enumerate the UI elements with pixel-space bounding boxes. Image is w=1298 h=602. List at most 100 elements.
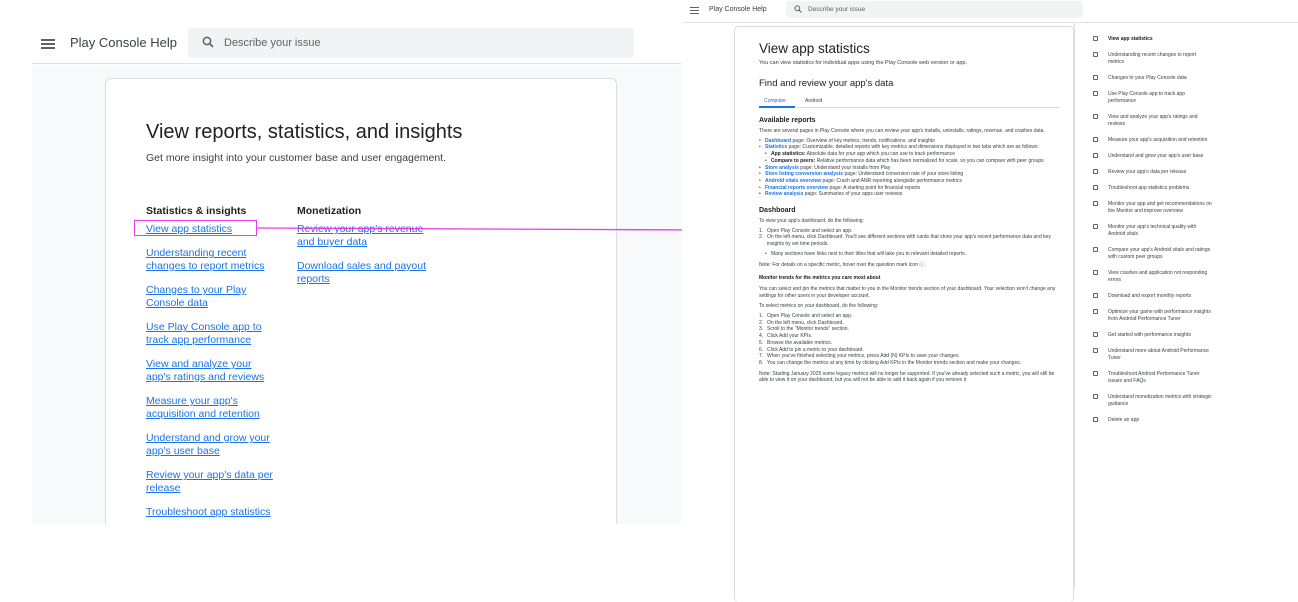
statistics-link[interactable]: Statistics xyxy=(765,144,787,150)
monitor-steps: 1. Open Play Console and select an app. 2… xyxy=(759,313,1059,367)
list-item: Store analysis page: Understand your ins… xyxy=(759,165,1059,172)
sidebar-item[interactable]: Understand and grow your app's user base xyxy=(1091,153,1213,160)
sidebar-item[interactable]: Measure your app's acquisition and reten… xyxy=(1091,137,1213,144)
link-data-per-release[interactable]: Review your app's data per release xyxy=(146,469,274,495)
search-icon xyxy=(794,5,802,13)
sidebar-item[interactable]: Understand more about Android Performanc… xyxy=(1091,348,1213,362)
review-analysis-link[interactable]: Review analysis xyxy=(765,191,803,197)
link-user-base[interactable]: Understand and grow your app's user base xyxy=(146,432,274,458)
list-item: Android vitals overview page: Crash and … xyxy=(759,178,1059,185)
article-subtitle: You can view statistics for individual a… xyxy=(759,60,967,66)
monitor-intro-2: To select metrics on your dashboard, do … xyxy=(759,303,879,310)
link-use-play-console-app[interactable]: Use Play Console app to track app perfor… xyxy=(146,321,274,347)
article-icon xyxy=(1093,371,1098,376)
sidebar-item[interactable]: Troubleshoot app statistics problems xyxy=(1091,185,1213,192)
sidebar-item[interactable]: Optimize your game with performance insi… xyxy=(1091,309,1213,323)
tab-computer[interactable]: Computer xyxy=(764,98,786,104)
sidebar-item[interactable]: Download and export monthly reports xyxy=(1091,293,1213,300)
search-input[interactable]: Describe your issue xyxy=(188,28,634,58)
item-text: page: A starting point for financial rep… xyxy=(828,184,921,191)
step-text: Open Play Console and select an app. xyxy=(767,227,853,234)
article-icon xyxy=(1093,332,1098,337)
step-text: Click Add to pin a metric to your dashbo… xyxy=(767,346,864,353)
conversion-analysis-link[interactable]: Store listing conversion analysis xyxy=(765,171,843,177)
link-ratings-reviews[interactable]: View and analyze your app's ratings and … xyxy=(146,358,274,384)
monitor-intro: You can select and pin the metrics that … xyxy=(759,285,1056,299)
sidebar-item[interactable]: Understand monetization metrics with str… xyxy=(1091,394,1213,408)
article-icon xyxy=(1093,137,1098,142)
step-text: Open Play Console and select an app. xyxy=(767,313,853,320)
list-item: 8. You can change the metrics at any time… xyxy=(759,359,1022,366)
item-text: page: Understand conversion rate of your… xyxy=(843,171,964,178)
sidebar-divider xyxy=(1074,22,1075,587)
platform-tabs: Computer Android xyxy=(759,95,1059,108)
vitals-overview-link[interactable]: Android vitals overview xyxy=(765,178,821,184)
link-acquisition-retention[interactable]: Measure your app's acquisition and reten… xyxy=(146,395,274,421)
list-item: 1. Open Play Console and select an app. xyxy=(759,227,853,234)
sidebar-item[interactable]: View app statistics xyxy=(1091,36,1213,43)
section-title: Find and review your app's data xyxy=(759,78,894,89)
dashboard-link[interactable]: Dashboard xyxy=(765,138,791,144)
list-item: Compare to peers: Relative performance d… xyxy=(759,158,1059,165)
sidebar-item[interactable]: Monitor your app and get recommendations… xyxy=(1091,201,1213,215)
step-text: When you've finished selecting your metr… xyxy=(767,353,960,360)
link-changes-to-data[interactable]: Changes to your Play Console data xyxy=(146,284,274,310)
page-title: View reports, statistics, and insights xyxy=(146,121,463,143)
sidebar-label: Troubleshoot app statistics problems xyxy=(1108,185,1190,191)
tab-android[interactable]: Android xyxy=(805,98,822,104)
page-subtitle: Get more insight into your customer base… xyxy=(146,152,446,164)
article-icon xyxy=(1093,185,1098,190)
available-reports-heading: Available reports xyxy=(759,117,816,124)
menu-icon[interactable] xyxy=(690,7,699,14)
sidebar-item[interactable]: View crashes and application not respond… xyxy=(1091,270,1213,284)
topic-card: View reports, statistics, and insights G… xyxy=(105,78,617,524)
article-icon xyxy=(1093,270,1098,275)
sidebar-item[interactable]: Monitor your app's technical quality wit… xyxy=(1091,224,1213,238)
list-item: 6. Click Add to pin a metric to your dash… xyxy=(759,346,864,353)
column-heading: Monetization xyxy=(297,205,362,217)
sidebar-item[interactable]: Get started with performance insights xyxy=(1091,332,1213,339)
list-item: Statistics page: Customizable, detailed … xyxy=(759,144,1059,151)
link-understanding-recent-changes[interactable]: Understanding recent changes to report m… xyxy=(146,247,274,273)
left-header: Play Console Help Describe your issue xyxy=(32,24,681,64)
sidebar-item[interactable]: Review your app's data per release xyxy=(1091,169,1213,176)
article-icon xyxy=(1093,293,1098,298)
sidebar-label: Changes to your Play Console data xyxy=(1108,75,1187,81)
article-icon xyxy=(1093,247,1098,252)
article-icon xyxy=(1093,394,1098,399)
sidebar-item[interactable]: Use Play Console app to track app perfor… xyxy=(1091,91,1213,105)
help-center-brand[interactable]: Play Console Help xyxy=(709,6,767,13)
sidebar-item[interactable]: Delete an app xyxy=(1091,417,1213,424)
help-center-brand[interactable]: Play Console Help xyxy=(70,35,177,50)
available-reports-intro: There are several pages in Play Console … xyxy=(759,128,1045,134)
link-download-sales-reports[interactable]: Download sales and payout reports xyxy=(297,260,432,286)
sidebar-item[interactable]: Compare your app's Android vitals and ra… xyxy=(1091,247,1213,261)
item-bold: Compare to peers: xyxy=(771,157,816,164)
search-icon xyxy=(202,36,214,48)
store-analysis-link[interactable]: Store analysis xyxy=(765,165,799,171)
article-icon xyxy=(1093,169,1098,174)
dashboard-intro: To view your app's dashboard, do the fol… xyxy=(759,218,864,225)
sidebar-item[interactable]: Changes to your Play Console data xyxy=(1091,75,1213,82)
link-revenue-buyer-data[interactable]: Review your app's revenue and buyer data xyxy=(297,223,432,249)
list-item: Dashboard page: Overview of key metrics,… xyxy=(759,138,1059,145)
step-text: On the left menu, click Dashboard. xyxy=(767,319,844,326)
monitor-note: Note: Starting January 2025 some legacy … xyxy=(759,370,1055,384)
sidebar-label: Measure your app's acquisition and reten… xyxy=(1108,137,1208,143)
sidebar-item[interactable]: Troubleshoot Android Performance Tuner i… xyxy=(1091,371,1213,385)
sidebar-label: Get started with performance insights xyxy=(1108,332,1191,338)
search-input[interactable]: Describe your issue xyxy=(786,1,1083,18)
financial-reports-link[interactable]: Financial reports overview xyxy=(765,185,828,191)
right-header: Play Console Help Describe your issue xyxy=(682,0,1298,22)
link-troubleshoot-statistics[interactable]: Troubleshoot app statistics xyxy=(146,506,274,519)
step-text: Browse the available metrics. xyxy=(767,339,833,346)
sidebar-item[interactable]: View and analyze your app's ratings and … xyxy=(1091,114,1213,128)
statistics-column: Statistics & insights View app statistic… xyxy=(146,205,274,524)
article-icon xyxy=(1093,153,1098,158)
menu-icon[interactable] xyxy=(41,39,55,49)
list-item: App statistics: Absolute data for your a… xyxy=(759,151,1059,158)
article-card: View app statistics You can view statist… xyxy=(734,26,1074,602)
list-item: 2. On the left menu, click Dashboard. xyxy=(759,319,844,326)
highlight-box xyxy=(134,220,257,236)
sidebar-item[interactable]: Understanding recent changes to report m… xyxy=(1091,52,1213,66)
